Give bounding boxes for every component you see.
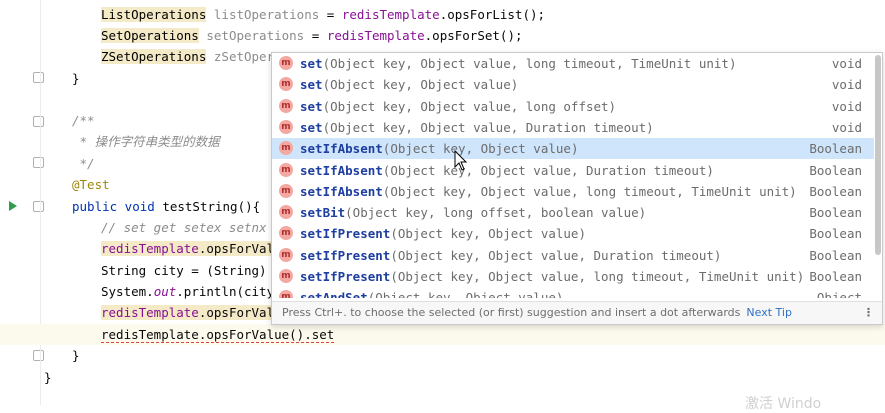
code-line: System.out.println(city) [101, 284, 282, 299]
method-icon: m [279, 290, 293, 298]
completion-footer: Press Ctrl+. to choose the selected (or … [272, 301, 882, 324]
method-icon: m [279, 77, 293, 92]
return-type: Boolean [809, 226, 862, 242]
code-line: public void testString(){ [72, 199, 261, 214]
code-line: } [44, 370, 52, 385]
method-icon: m [279, 226, 293, 241]
completion-signature: set(Object key, Object value, Duration t… [300, 117, 654, 138]
code-line: SetOperations setOperations = redisTempl… [101, 28, 523, 43]
return-type: Boolean [809, 141, 862, 157]
completion-item[interactable]: m setIfAbsent(Object key, Object value, D… [272, 160, 874, 181]
method-params: (Object key, long offset, boolean value) [345, 205, 647, 221]
annotation: @Test [72, 177, 110, 192]
completion-hint: Press Ctrl+. to choose the selected (or … [282, 306, 792, 319]
completion-signature: setIfPresent(Object key, Object value, D… [300, 245, 721, 266]
completion-item[interactable]: m set(Object key, Object value, long time… [272, 53, 874, 74]
code-line: } [72, 348, 80, 363]
return-type: void [831, 77, 862, 93]
completion-signature: setIfPresent(Object key, Object value) [300, 223, 586, 244]
return-type: Boolean [809, 269, 862, 284]
return-type: Boolean [809, 247, 862, 263]
method-name: set [300, 119, 323, 135]
mouse-cursor-icon [454, 150, 468, 171]
completion-signature: set(Object key, Object value) [300, 74, 518, 95]
return-type: Boolean [809, 183, 862, 199]
completion-signature: set(Object key, Object value, long offse… [300, 96, 616, 117]
method-params: (Object key, Object value, Duration time… [390, 247, 722, 263]
completion-list[interactable]: m set(Object key, Object value, long time… [272, 53, 874, 298]
code-line: redisTemplate.opsForValu [101, 305, 282, 320]
method-name: setIfAbsent [300, 162, 383, 178]
return-type: void [831, 119, 862, 135]
code-completion-popup[interactable]: m set(Object key, Object value, long time… [271, 52, 883, 325]
method-params: (Object key, Object value, long timeout,… [390, 269, 805, 284]
completion-scrollbar[interactable] [875, 55, 881, 255]
method-name: setIfPresent [300, 247, 391, 263]
method-params: (Object key, Object value, long timeout,… [322, 56, 737, 71]
method-params: (Object key, Object value) [390, 226, 586, 242]
activation-watermark: 激活 Windo [745, 396, 822, 412]
method-name: setIfAbsent [300, 141, 383, 157]
code-line: } [72, 71, 80, 86]
method-params: (Object key, Object value, Duration time… [322, 119, 654, 135]
method-icon: m [279, 141, 293, 156]
method-icon: m [279, 56, 293, 70]
method-params: (Object key, Object value, Duration time… [382, 162, 714, 178]
method-icon: m [279, 269, 293, 283]
completion-signature: set(Object key, Object value, long timeo… [300, 53, 737, 74]
next-tip-link[interactable]: Next Tip [746, 306, 792, 319]
method-name: set [300, 77, 323, 93]
method-params: (Object key, Object value, long offset) [322, 98, 617, 114]
method-name: setAndSet [300, 290, 368, 298]
completion-item[interactable]: m setIfPresent(Object key, Object value) B… [272, 223, 874, 244]
javadoc-line: /** [72, 113, 95, 128]
code-line: ZSetOperations zSetOpera [101, 49, 282, 64]
method-params: (Object key, Object value) [382, 141, 579, 157]
code-line: redisTemplate.opsForValu [101, 241, 282, 256]
completion-item[interactable]: m setIfPresent(Object key, Object value, … [272, 245, 874, 266]
method-params: (Object key, Object value, long timeout,… [382, 183, 797, 199]
completion-item[interactable]: m set(Object key, Object value, long offs… [272, 96, 874, 117]
completion-item[interactable]: m setIfAbsent(Object key, Object value, l… [272, 181, 874, 202]
completion-signature: setBit(Object key, long offset, boolean … [300, 202, 646, 223]
method-icon: m [279, 162, 293, 177]
completion-signature: setAndSet(Object key, Object value) [300, 287, 563, 298]
completion-item[interactable]: m setIfAbsent(Object key, Object value) Bo… [272, 138, 874, 160]
method-name: setIfPresent [300, 226, 391, 242]
method-name: setBit [300, 205, 346, 221]
completion-signature: setIfPresent(Object key, Object value, l… [300, 266, 804, 287]
completion-signature: setIfAbsent(Object key, Object value, Du… [300, 160, 714, 181]
javadoc-line: */ [72, 156, 95, 171]
completion-item[interactable]: m setAndSet(Object key, Object value) Obje… [272, 287, 874, 298]
method-icon: m [279, 247, 293, 262]
completion-item[interactable]: m setIfPresent(Object key, Object value, … [272, 266, 874, 287]
method-name: setIfPresent [300, 269, 391, 284]
method-params: (Object key, Object value) [367, 290, 564, 298]
return-type: Object [816, 290, 862, 298]
method-params: (Object key, Object value) [322, 77, 519, 93]
current-code-line[interactable]: redisTemplate.opsForValue().set [101, 324, 335, 345]
method-icon: m [279, 98, 293, 113]
return-type: Boolean [809, 162, 862, 178]
return-type: void [831, 98, 862, 114]
more-options-icon[interactable]: ⋮ [863, 302, 874, 324]
completion-item[interactable]: m set(Object key, Object value, Duration … [272, 117, 874, 138]
run-test-icon[interactable] [9, 201, 17, 211]
method-icon: m [279, 183, 293, 198]
code-line: ListOperations listOperations = redisTem… [101, 7, 546, 22]
method-icon: m [279, 205, 293, 220]
method-icon: m [279, 119, 293, 134]
code-line: String city = (String) r [101, 263, 282, 278]
completion-item[interactable]: m set(Object key, Object value) void [272, 74, 874, 95]
completion-signature: setIfAbsent(Object key, Object value, lo… [300, 181, 797, 202]
code-comment: // set get setex setnx [101, 220, 267, 235]
completion-item[interactable]: m setBit(Object key, long offset, boolean… [272, 202, 874, 223]
return-type: void [831, 56, 862, 71]
method-name: set [300, 56, 323, 71]
return-type: Boolean [809, 205, 862, 221]
method-name: setIfAbsent [300, 183, 383, 199]
javadoc-line: * 操作字符串类型的数据 [72, 134, 220, 149]
method-name: set [300, 98, 323, 114]
completion-signature: setIfAbsent(Object key, Object value) [300, 138, 578, 159]
